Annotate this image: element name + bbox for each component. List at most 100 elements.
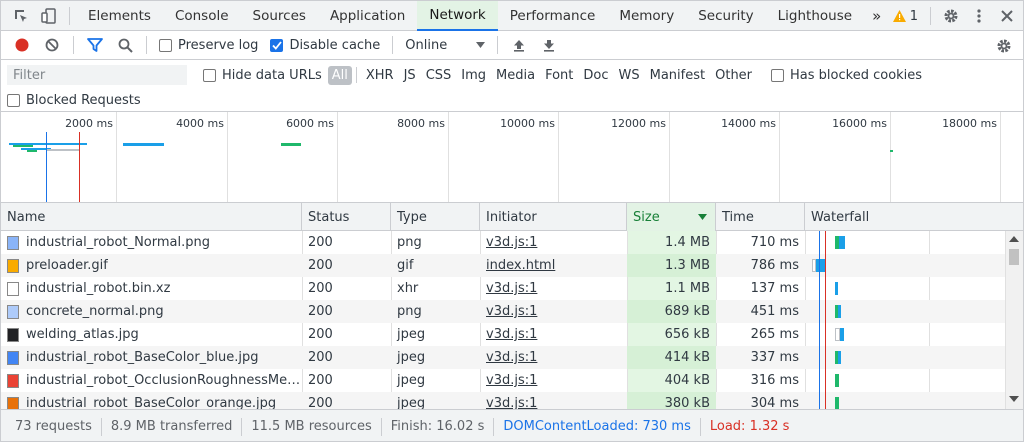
warnings-indicator[interactable]: 1 [887, 9, 924, 24]
hide-data-urls-checkbox[interactable]: Hide data URLs [197, 68, 328, 83]
request-name-cell[interactable]: industrial_robot_BaseColor_orange.jpg [1, 392, 302, 409]
overview-gridline [1000, 112, 1001, 202]
request-name-cell[interactable]: concrete_normal.png [1, 300, 302, 323]
request-name-cell[interactable]: preloader.gif [1, 254, 302, 277]
preserve-log-checkbox[interactable]: Preserve log [153, 38, 264, 53]
scroll-down-arrow-icon[interactable] [1009, 396, 1019, 402]
request-initiator-link[interactable]: v3d.js:1 [480, 392, 627, 409]
tab-lighthouse[interactable]: Lighthouse [766, 1, 864, 31]
tab-network[interactable]: Network [417, 1, 498, 31]
request-initiator-link[interactable]: index.html [480, 254, 627, 277]
blocked-requests-checkbox-box[interactable] [7, 93, 20, 107]
request-time: 265 ms [750, 327, 799, 342]
request-initiator-link[interactable]: v3d.js:1 [480, 369, 627, 392]
filter-type-other[interactable]: Other [710, 68, 757, 83]
tab-security[interactable]: Security [686, 1, 765, 31]
waterfall-bar[interactable] [835, 374, 839, 387]
settings-gear-icon[interactable] [937, 1, 965, 31]
export-har-button[interactable] [534, 31, 564, 60]
more-tabs-button[interactable]: » [864, 1, 889, 31]
request-name-cell[interactable]: industrial_robot_BaseColor_blue.jpg [1, 346, 302, 369]
filter-type-media[interactable]: Media [491, 68, 540, 83]
request-name: industrial_robot_OcclusionRoughnessMetal… [26, 373, 302, 388]
hide-data-urls-checkbox-box[interactable] [203, 68, 216, 82]
disable-cache-checkbox-box[interactable] [270, 38, 284, 52]
table-row[interactable]: industrial_robot.bin.xz 200 xhr v3d.js:1 1.1… [1, 277, 1005, 300]
inspect-element-icon[interactable] [7, 1, 35, 31]
filter-type-doc[interactable]: Doc [578, 68, 613, 83]
table-row[interactable]: industrial_robot_BaseColor_blue.jpg 200 jp… [1, 346, 1005, 369]
tab-sources[interactable]: Sources [241, 1, 318, 31]
column-header-initiator[interactable]: Initiator [480, 203, 627, 231]
request-initiator-link[interactable]: v3d.js:1 [480, 346, 627, 369]
blocked-requests-checkbox[interactable]: Blocked Requests [7, 93, 147, 108]
filter-type-img[interactable]: Img [456, 68, 491, 83]
waterfall-bar[interactable] [838, 351, 841, 364]
has-blocked-cookies-checkbox[interactable]: Has blocked cookies [765, 68, 928, 83]
tab-memory[interactable]: Memory [607, 1, 686, 31]
scrollbar-thumb[interactable] [1009, 249, 1019, 265]
request-initiator-link[interactable]: v3d.js:1 [480, 231, 627, 254]
request-name-cell[interactable]: industrial_robot.bin.xz [1, 277, 302, 300]
filter-bar: Hide data URLs All XHR JS CSS Img Media … [1, 60, 1023, 112]
waterfall-bar[interactable] [838, 305, 841, 318]
table-row[interactable]: concrete_normal.png 200 png v3d.js:1 689 kB 4… [1, 300, 1005, 323]
record-button[interactable] [7, 31, 37, 60]
settings-gear-icon [997, 39, 1011, 52]
waterfall-bar[interactable] [835, 397, 839, 409]
request-name-cell[interactable]: welding_atlas.jpg [1, 323, 302, 346]
network-overview-timeline[interactable]: 2000 ms 4000 ms 6000 ms 8000 ms 10000 ms… [1, 112, 1023, 203]
column-header-name[interactable]: Name [1, 203, 302, 231]
disable-cache-checkbox[interactable]: Disable cache [264, 38, 386, 53]
column-header-status[interactable]: Status [302, 203, 391, 231]
request-type: xhr [397, 281, 419, 296]
waterfall-bar[interactable] [816, 259, 825, 272]
clear-button[interactable] [37, 31, 67, 60]
table-scrollbar[interactable] [1005, 231, 1023, 409]
table-row[interactable]: industrial_robot_BaseColor_orange.jpg 200… [1, 392, 1005, 409]
tab-application[interactable]: Application [318, 1, 417, 31]
tab-elements[interactable]: Elements [76, 1, 163, 31]
request-name-cell[interactable]: industrial_robot_OcclusionRoughnessMetal… [1, 369, 302, 392]
more-options-icon[interactable] [965, 1, 993, 31]
filter-type-xhr[interactable]: XHR [361, 68, 399, 83]
filter-type-js[interactable]: JS [399, 68, 421, 83]
table-row[interactable]: industrial_robot_Normal.png 200 png v3d.js:… [1, 231, 1005, 254]
scroll-up-arrow-icon[interactable] [1009, 236, 1019, 242]
network-settings-button[interactable] [989, 31, 1019, 60]
request-initiator-link[interactable]: v3d.js:1 [480, 277, 627, 300]
filter-type-css[interactable]: CSS [421, 68, 457, 83]
close-devtools-icon[interactable] [993, 1, 1021, 31]
request-initiator-link[interactable]: v3d.js:1 [480, 300, 627, 323]
request-initiator-link[interactable]: v3d.js:1 [480, 323, 627, 346]
import-har-button[interactable] [504, 31, 534, 60]
filter-type-manifest[interactable]: Manifest [645, 68, 710, 83]
column-header-time[interactable]: Time [716, 203, 805, 231]
request-time: 451 ms [750, 304, 799, 319]
request-size: 689 kB [627, 300, 716, 323]
preserve-log-checkbox-box[interactable] [159, 38, 172, 52]
search-button[interactable] [110, 31, 140, 60]
table-row[interactable]: preloader.gif 200 gif index.html 1.3 MB 786 m… [1, 254, 1005, 277]
column-header-type[interactable]: Type [391, 203, 480, 231]
request-name-cell[interactable]: industrial_robot_Normal.png [1, 231, 302, 254]
tab-performance[interactable]: Performance [498, 1, 608, 31]
waterfall-bar[interactable] [835, 282, 838, 295]
table-row[interactable]: industrial_robot_OcclusionRoughnessMetal… [1, 369, 1005, 392]
waterfall-bar[interactable] [840, 328, 844, 341]
column-header-size[interactable]: Size [627, 203, 716, 231]
filter-type-ws[interactable]: WS [614, 68, 645, 83]
file-type-icon [7, 350, 19, 365]
waterfall-bar[interactable] [839, 236, 845, 249]
column-header-waterfall[interactable]: Waterfall [805, 203, 1023, 231]
filter-type-all[interactable]: All [327, 65, 352, 85]
device-toolbar-icon[interactable] [35, 1, 63, 31]
tab-bar-divider [69, 6, 70, 25]
filter-toggle-button[interactable] [80, 31, 110, 60]
throttling-select[interactable]: Online [399, 38, 491, 53]
tab-console[interactable]: Console [163, 1, 241, 31]
table-row[interactable]: welding_atlas.jpg 200 jpeg v3d.js:1 656 kB 26… [1, 323, 1005, 346]
filter-input[interactable] [7, 65, 187, 85]
filter-type-font[interactable]: Font [540, 68, 578, 83]
has-blocked-cookies-checkbox-box[interactable] [771, 68, 785, 82]
